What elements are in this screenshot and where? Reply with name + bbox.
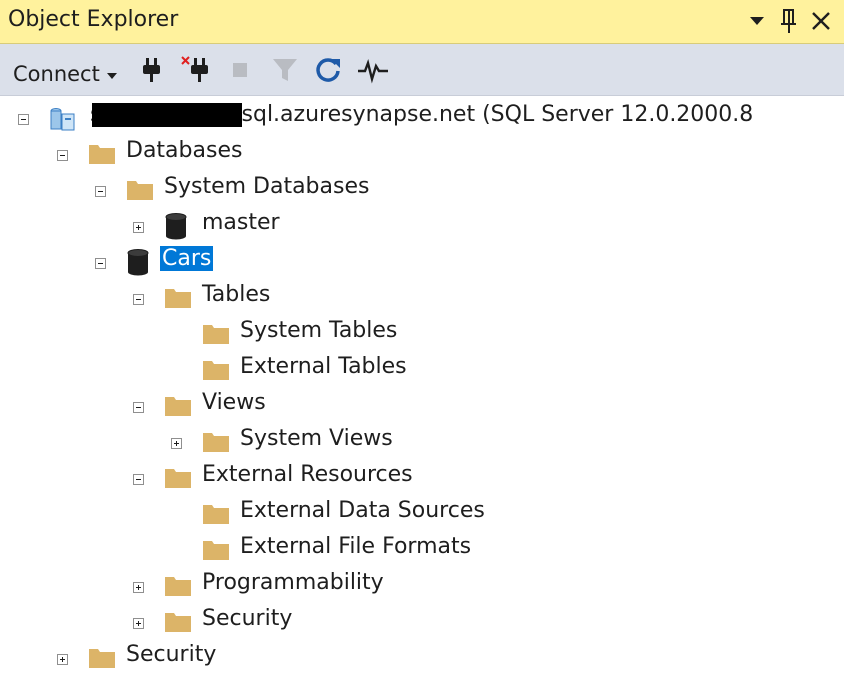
folder-icon [201,355,231,383]
folder-icon [201,499,231,527]
tree-node-views[interactable]: Views [0,388,844,422]
stop-icon [228,54,254,86]
folder-icon [163,283,193,311]
tree-node-label: Programmability [202,570,384,595]
collapse-toggle[interactable] [133,294,144,305]
tree-node-external-file-formats[interactable]: External File Formats [0,532,844,566]
database-icon [125,247,153,277]
collapse-toggle[interactable] [133,474,144,485]
tree-node-label: Tables [202,282,271,307]
folder-icon [163,391,193,419]
folder-icon [125,175,155,203]
tree-node-master[interactable]: master [0,208,844,242]
tree-node-label: External Data Sources [240,498,485,523]
tree-node-label: Cars [160,246,214,271]
collapse-toggle[interactable] [18,114,29,125]
tree-node-label: System Views [240,426,393,451]
tree-node-system-databases[interactable]: System Databases [0,172,844,206]
tree-node-cars-security[interactable]: Security [0,604,844,638]
expand-toggle[interactable] [133,222,144,233]
connect-label: Connect [13,62,100,86]
object-explorer-title-bar: Object Explorer [0,0,844,44]
object-explorer-tree: s -ondemand.sql.azuresynapse.net (SQL Se… [0,96,844,680]
tree-node-label: External File Formats [240,534,472,559]
tree-node-label: Security [202,606,293,631]
connect-button[interactable]: Connect [13,58,118,90]
refresh-icon[interactable] [312,54,344,86]
object-explorer-toolbar: Connect [0,44,844,96]
collapse-toggle[interactable] [133,402,144,413]
server-icon [48,103,78,133]
expand-toggle[interactable] [133,582,144,593]
tree-node-label: Databases [126,138,243,163]
tree-node-external-resources[interactable]: External Resources [0,460,844,494]
dropdown-arrow-icon[interactable] [742,6,772,36]
tree-node-tables[interactable]: Tables [0,280,844,314]
tree-node-system-views[interactable]: System Views [0,424,844,458]
tree-node-external-data-sources[interactable]: External Data Sources [0,496,844,530]
collapse-toggle[interactable] [57,150,68,161]
tree-node-databases[interactable]: Databases [0,136,844,170]
pin-icon[interactable] [774,6,804,36]
database-icon [163,211,191,241]
folder-icon [87,643,117,671]
activity-monitor-icon[interactable] [356,54,390,86]
connect-plug-icon[interactable] [138,54,166,86]
close-icon[interactable] [806,6,836,36]
tree-node-label: Views [202,390,266,415]
expand-toggle[interactable] [57,654,68,665]
tree-node-server-security[interactable]: Security [0,640,844,674]
folder-icon [201,535,231,563]
tree-node-external-tables[interactable]: External Tables [0,352,844,386]
tree-node-label: External Resources [202,462,413,487]
tree-node-cars[interactable]: Cars [0,244,844,278]
folder-icon [201,427,231,455]
collapse-toggle[interactable] [95,258,106,269]
tree-node-label: Security [126,642,217,667]
redaction-block [92,103,242,127]
tree-node-label: System Databases [164,174,370,199]
collapse-toggle[interactable] [95,186,106,197]
folder-icon [87,139,117,167]
expand-toggle[interactable] [171,438,182,449]
disconnect-icon[interactable] [180,54,212,86]
folder-icon [163,571,193,599]
panel-title: Object Explorer [8,7,179,32]
expand-toggle[interactable] [133,618,144,629]
folder-icon [201,319,231,347]
tree-node-label: master [202,210,280,235]
folder-icon [163,463,193,491]
folder-icon [163,607,193,635]
filter-icon [270,54,300,86]
chevron-down-icon [106,62,118,86]
tree-node-label: System Tables [240,318,398,343]
tree-node-programmability[interactable]: Programmability [0,568,844,602]
tree-node-server[interactable]: s -ondemand.sql.azuresynapse.net (SQL Se… [0,100,844,134]
tree-node-system-tables[interactable]: System Tables [0,316,844,350]
tree-node-label: External Tables [240,354,407,379]
